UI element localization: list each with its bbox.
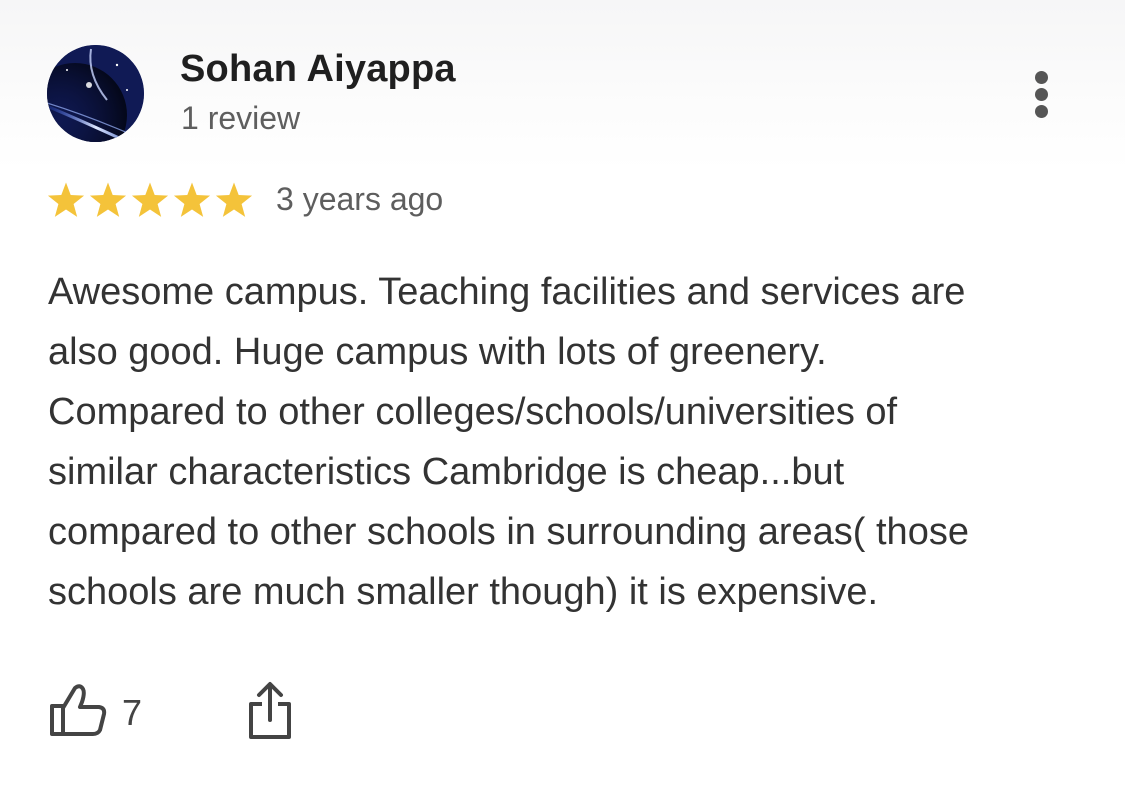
reviewer-avatar[interactable] [47, 45, 144, 142]
review-text-line: schools are much smaller though) it is e… [48, 571, 879, 613]
review-text-line: also good. Huge campus with lots of gree… [48, 331, 827, 373]
more-options-button[interactable] [1020, 64, 1064, 124]
review-text-line: Compared to other colleges/schools/unive… [48, 391, 898, 433]
reviewer-review-count[interactable]: 1 review [181, 100, 300, 137]
star-rating [47, 182, 253, 217]
share-button[interactable] [244, 680, 296, 742]
reviewer-name[interactable]: Sohan Aiyappa [180, 48, 456, 91]
star-icon [47, 182, 85, 217]
review-text: Awesome campus. Teaching facilities and … [48, 262, 1098, 622]
star-icons [47, 182, 253, 217]
more-vert-icon-dot [1035, 105, 1048, 118]
review-text-line: similar characteristics Cambridge is che… [48, 451, 845, 493]
star-icon [215, 182, 253, 217]
review-text-line: Awesome campus. Teaching facilities and … [48, 271, 966, 313]
review-text-line: compared to other schools in surrounding… [48, 511, 969, 553]
review-date: 3 years ago [276, 181, 444, 217]
star-icon [173, 182, 211, 217]
share-icon [249, 682, 291, 739]
review-card: Sohan Aiyappa 1 review 3 years ago Aweso… [0, 0, 1125, 790]
more-vert-icon [1035, 71, 1048, 84]
like-count: 7 [122, 692, 143, 733]
thumbs-up-icon [50, 684, 107, 736]
star-icon [89, 182, 127, 217]
star-icon [131, 182, 169, 217]
planet-avatar-icon [47, 45, 144, 142]
more-vert-icon-dot [1035, 88, 1048, 101]
